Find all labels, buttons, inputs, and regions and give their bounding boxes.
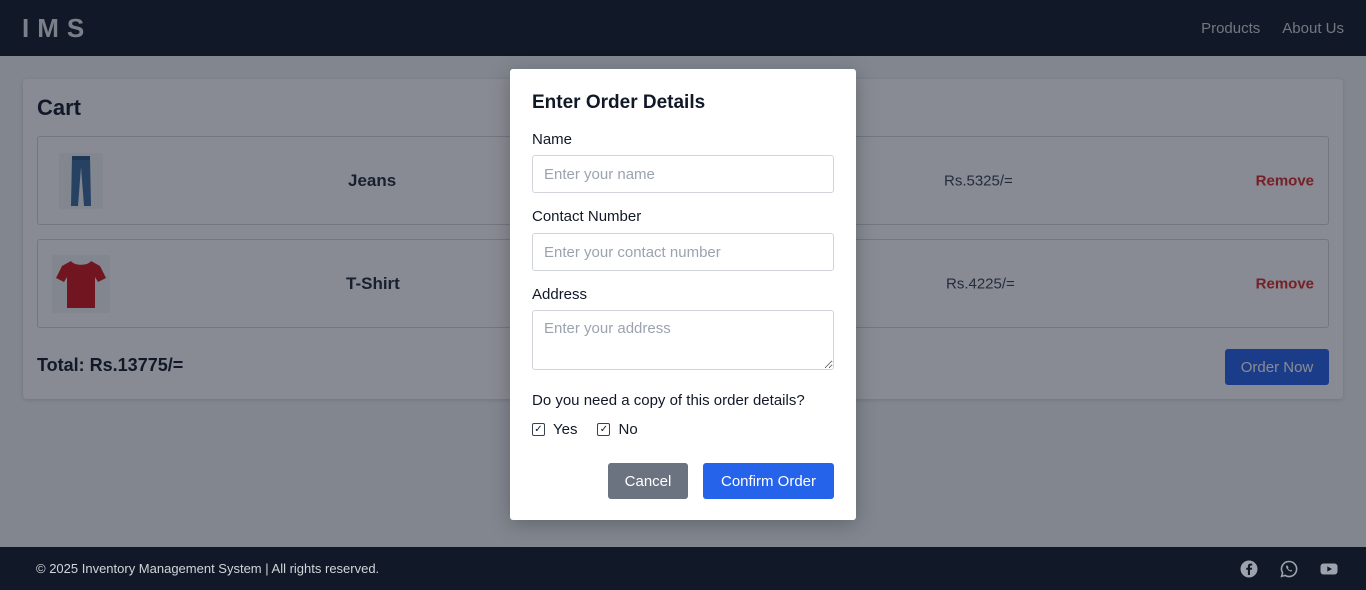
- facebook-icon[interactable]: [1240, 560, 1258, 578]
- yes-label: Yes: [553, 421, 578, 438]
- no-checkbox[interactable]: ✓: [597, 423, 611, 436]
- copyright-text: © 2025 Inventory Management System | All…: [36, 561, 380, 576]
- youtube-icon[interactable]: [1320, 560, 1338, 578]
- name-label: Name: [532, 131, 573, 148]
- copy-question: Do you need a copy of this order details…: [532, 392, 805, 409]
- social-links: [1240, 560, 1338, 578]
- option-yes[interactable]: ✓ Yes: [532, 421, 577, 438]
- name-input[interactable]: [532, 155, 834, 193]
- order-details-modal: Enter Order Details Name Contact Number …: [510, 69, 856, 520]
- confirm-order-button[interactable]: Confirm Order: [703, 463, 834, 499]
- copy-options: ✓ Yes ✓ No: [532, 421, 638, 438]
- whatsapp-icon[interactable]: [1280, 560, 1298, 578]
- cancel-button[interactable]: Cancel: [608, 463, 688, 499]
- yes-checkbox[interactable]: ✓: [532, 423, 545, 436]
- modal-title: Enter Order Details: [532, 92, 706, 113]
- no-label: No: [618, 421, 638, 438]
- footer: © 2025 Inventory Management System | All…: [0, 547, 1366, 590]
- address-textarea[interactable]: [532, 310, 834, 370]
- contact-label: Contact Number: [532, 208, 642, 225]
- contact-number-input[interactable]: [532, 233, 834, 271]
- address-label: Address: [532, 286, 588, 303]
- option-no[interactable]: ✓ No: [597, 421, 638, 438]
